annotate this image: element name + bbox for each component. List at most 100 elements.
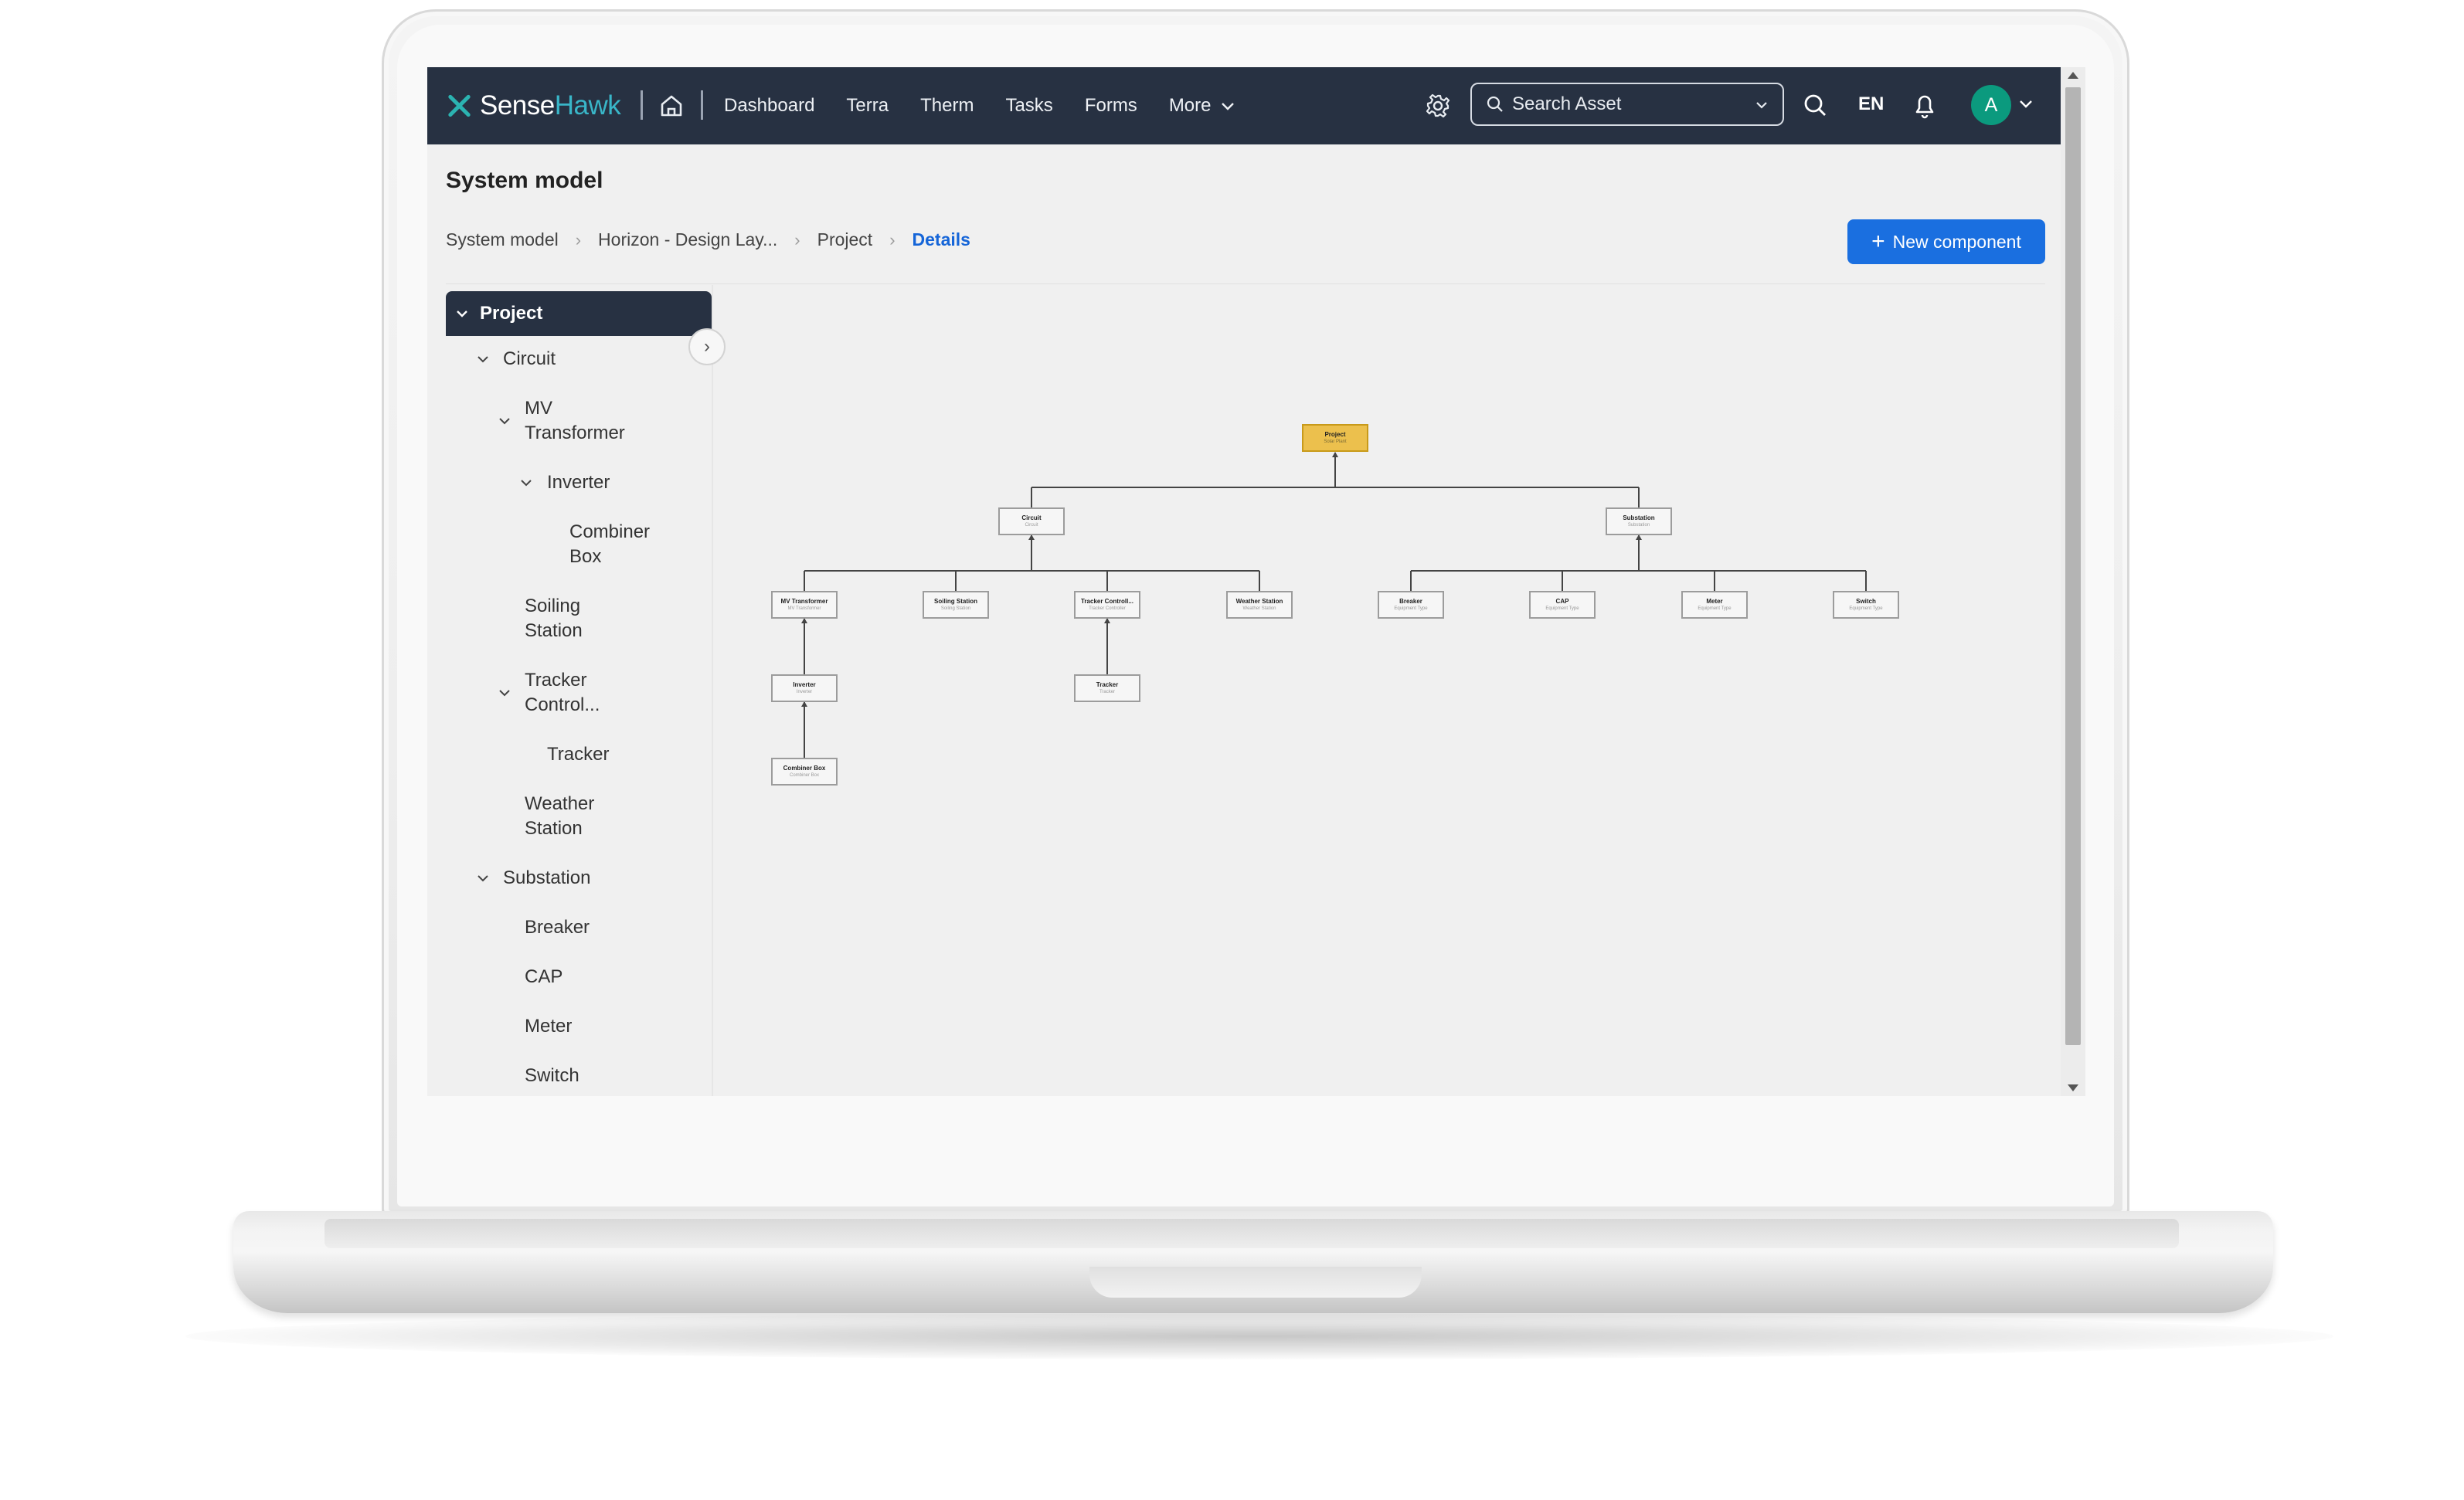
- laptop-shadow: [185, 1313, 2333, 1359]
- tree-item-label: Tracker: [525, 670, 587, 691]
- vertical-scrollbar[interactable]: [2061, 67, 2085, 1096]
- tree-item-cap[interactable]: CAP: [525, 965, 562, 989]
- diagram-node-combiner-box[interactable]: Combiner Box Combiner Box: [771, 758, 838, 786]
- diagram-node-breaker[interactable]: Breaker Equipment Type: [1378, 591, 1444, 619]
- avatar[interactable]: A: [1971, 85, 2011, 125]
- tree-item-tracker[interactable]: Tracker: [547, 742, 609, 767]
- node-title: Inverter: [793, 681, 816, 688]
- chevron-down-icon[interactable]: [1755, 98, 1769, 112]
- diagram-node-soiling-station[interactable]: Soiling Station Soiling Station: [923, 591, 989, 619]
- diagram-node-tracker[interactable]: Tracker Tracker: [1074, 674, 1140, 702]
- collapse-sidebar-button[interactable]: ›: [688, 328, 726, 365]
- diagram-node-mv-transformer[interactable]: MV Transformer MV Transformer: [771, 591, 838, 619]
- home-icon[interactable]: [656, 90, 687, 121]
- node-title: Tracker: [1096, 681, 1119, 688]
- chevron-down-icon[interactable]: [497, 413, 512, 429]
- chevron-down-icon[interactable]: [2017, 95, 2034, 112]
- node-title: Project: [1324, 431, 1346, 438]
- node-subtitle: Inverter: [796, 690, 813, 694]
- nav-divider: [641, 90, 643, 120]
- nav-item-terra[interactable]: Terra: [846, 95, 889, 117]
- node-subtitle: MV Transformer: [787, 606, 821, 611]
- sensehawk-logo[interactable]: SenseHawk: [446, 87, 621, 124]
- logo-text-primary: Sense: [480, 90, 555, 120]
- node-title: Tracker Controll...: [1080, 598, 1134, 605]
- tree-item-weather-station[interactable]: Weather Station: [525, 792, 594, 841]
- tree-item-label: MV: [525, 398, 552, 419]
- system-model-diagram: Project Solar Plant Circuit Circuit Subs…: [721, 285, 2061, 1096]
- nav-divider: [701, 90, 703, 120]
- chevron-down-icon[interactable]: [497, 685, 512, 701]
- plus-icon: +: [1871, 229, 1885, 254]
- chevron-down-icon: [1221, 103, 1234, 110]
- tree-item-combiner-box[interactable]: Combiner Box: [569, 520, 650, 569]
- tree-item-label: Transformer: [525, 423, 625, 443]
- diagram-node-switch[interactable]: Switch Equipment Type: [1833, 591, 1899, 619]
- logo-text-accent: Hawk: [554, 90, 621, 120]
- new-component-button[interactable]: + New component: [1847, 219, 2045, 264]
- tree-item-inverter[interactable]: Inverter: [547, 470, 610, 495]
- breadcrumb-item[interactable]: Horizon - Design Lay...: [598, 229, 777, 250]
- chevron-down-icon[interactable]: [475, 351, 491, 367]
- tree-item-breaker[interactable]: Breaker: [525, 915, 590, 940]
- node-title: MV Transformer: [780, 598, 828, 605]
- tree-item-mv-transformer[interactable]: MV Transformer: [525, 396, 625, 446]
- breadcrumb-item[interactable]: Project: [817, 229, 873, 250]
- chevron-right-icon: ›: [889, 229, 896, 249]
- chevron-down-icon[interactable]: [518, 475, 534, 490]
- laptop-keyboard-edge: [325, 1219, 2179, 1248]
- diagram-node-inverter[interactable]: Inverter Inverter: [771, 674, 838, 702]
- gear-icon[interactable]: [1422, 90, 1453, 121]
- chevron-down-icon[interactable]: [455, 307, 469, 321]
- diagram-node-substation[interactable]: Substation Substation: [1606, 507, 1672, 535]
- nav-item-forms[interactable]: Forms: [1085, 95, 1137, 117]
- search-icon[interactable]: [1800, 90, 1830, 120]
- tree-item-label: Weather: [525, 793, 595, 814]
- node-title: Circuit: [1021, 514, 1042, 521]
- tree-item-circuit[interactable]: Circuit: [503, 347, 556, 372]
- tree-item-switch[interactable]: Switch: [525, 1064, 579, 1088]
- chevron-right-icon: ›: [704, 336, 710, 357]
- diagram-connectors: [801, 452, 1867, 758]
- node-title: Breaker: [1399, 598, 1422, 605]
- node-title: Substation: [1623, 514, 1655, 521]
- breadcrumb-item[interactable]: System model: [446, 229, 559, 250]
- scroll-up-arrow-icon[interactable]: [2068, 72, 2078, 79]
- diagram-node-project[interactable]: Project Solar Plant: [1302, 424, 1368, 452]
- nav-item-tasks[interactable]: Tasks: [1005, 95, 1052, 117]
- nav-item-dashboard[interactable]: Dashboard: [724, 95, 814, 117]
- search-asset-input[interactable]: Search Asset: [1470, 83, 1784, 126]
- tree-item-tracker-controller[interactable]: Tracker Control...: [525, 668, 600, 718]
- chevron-down-icon[interactable]: [475, 870, 491, 886]
- node-title: CAP: [1555, 598, 1569, 605]
- scrollbar-thumb[interactable]: [2065, 87, 2081, 1045]
- component-tree: Project › Circuit MV Transformer Inverte…: [427, 285, 726, 1096]
- breadcrumb: System model › Horizon - Design Lay... ›…: [446, 229, 970, 250]
- nav-more-menu[interactable]: More: [1169, 95, 1238, 117]
- node-subtitle: Equipment Type: [1849, 606, 1883, 611]
- diagram-node-tracker-controller[interactable]: Tracker Controll... Tracker Controller: [1074, 591, 1140, 619]
- new-component-label: New component: [1892, 231, 2021, 252]
- chevron-right-icon: ›: [575, 229, 582, 249]
- nav-item-therm[interactable]: Therm: [920, 95, 974, 117]
- bell-icon[interactable]: [1909, 89, 1940, 121]
- tree-item-substation[interactable]: Substation: [503, 866, 590, 891]
- diagram-node-meter[interactable]: Meter Equipment Type: [1681, 591, 1748, 619]
- tree-item-soiling-station[interactable]: Soiling Station: [525, 594, 583, 643]
- scroll-down-arrow-icon[interactable]: [2068, 1084, 2078, 1091]
- tree-item-label: Project: [480, 303, 543, 324]
- laptop-notch: [1089, 1267, 1422, 1298]
- diagram-node-circuit[interactable]: Circuit Circuit: [998, 507, 1065, 535]
- node-title: Switch: [1856, 598, 1876, 605]
- language-selector[interactable]: EN: [1858, 93, 1884, 115]
- tree-item-label: Station: [525, 620, 583, 641]
- diagram-node-cap[interactable]: CAP Equipment Type: [1529, 591, 1596, 619]
- nav-more-label: More: [1168, 95, 1212, 116]
- tree-item-meter[interactable]: Meter: [525, 1014, 572, 1039]
- tree-item-project[interactable]: Project: [446, 291, 712, 336]
- diagram-node-weather-station[interactable]: Weather Station Weather Station: [1226, 591, 1293, 619]
- tree-item-label: Control...: [525, 694, 600, 715]
- tree-item-label: Box: [569, 546, 602, 567]
- logo-text: SenseHawk: [480, 90, 621, 121]
- tree-item-label: Combiner: [569, 521, 651, 542]
